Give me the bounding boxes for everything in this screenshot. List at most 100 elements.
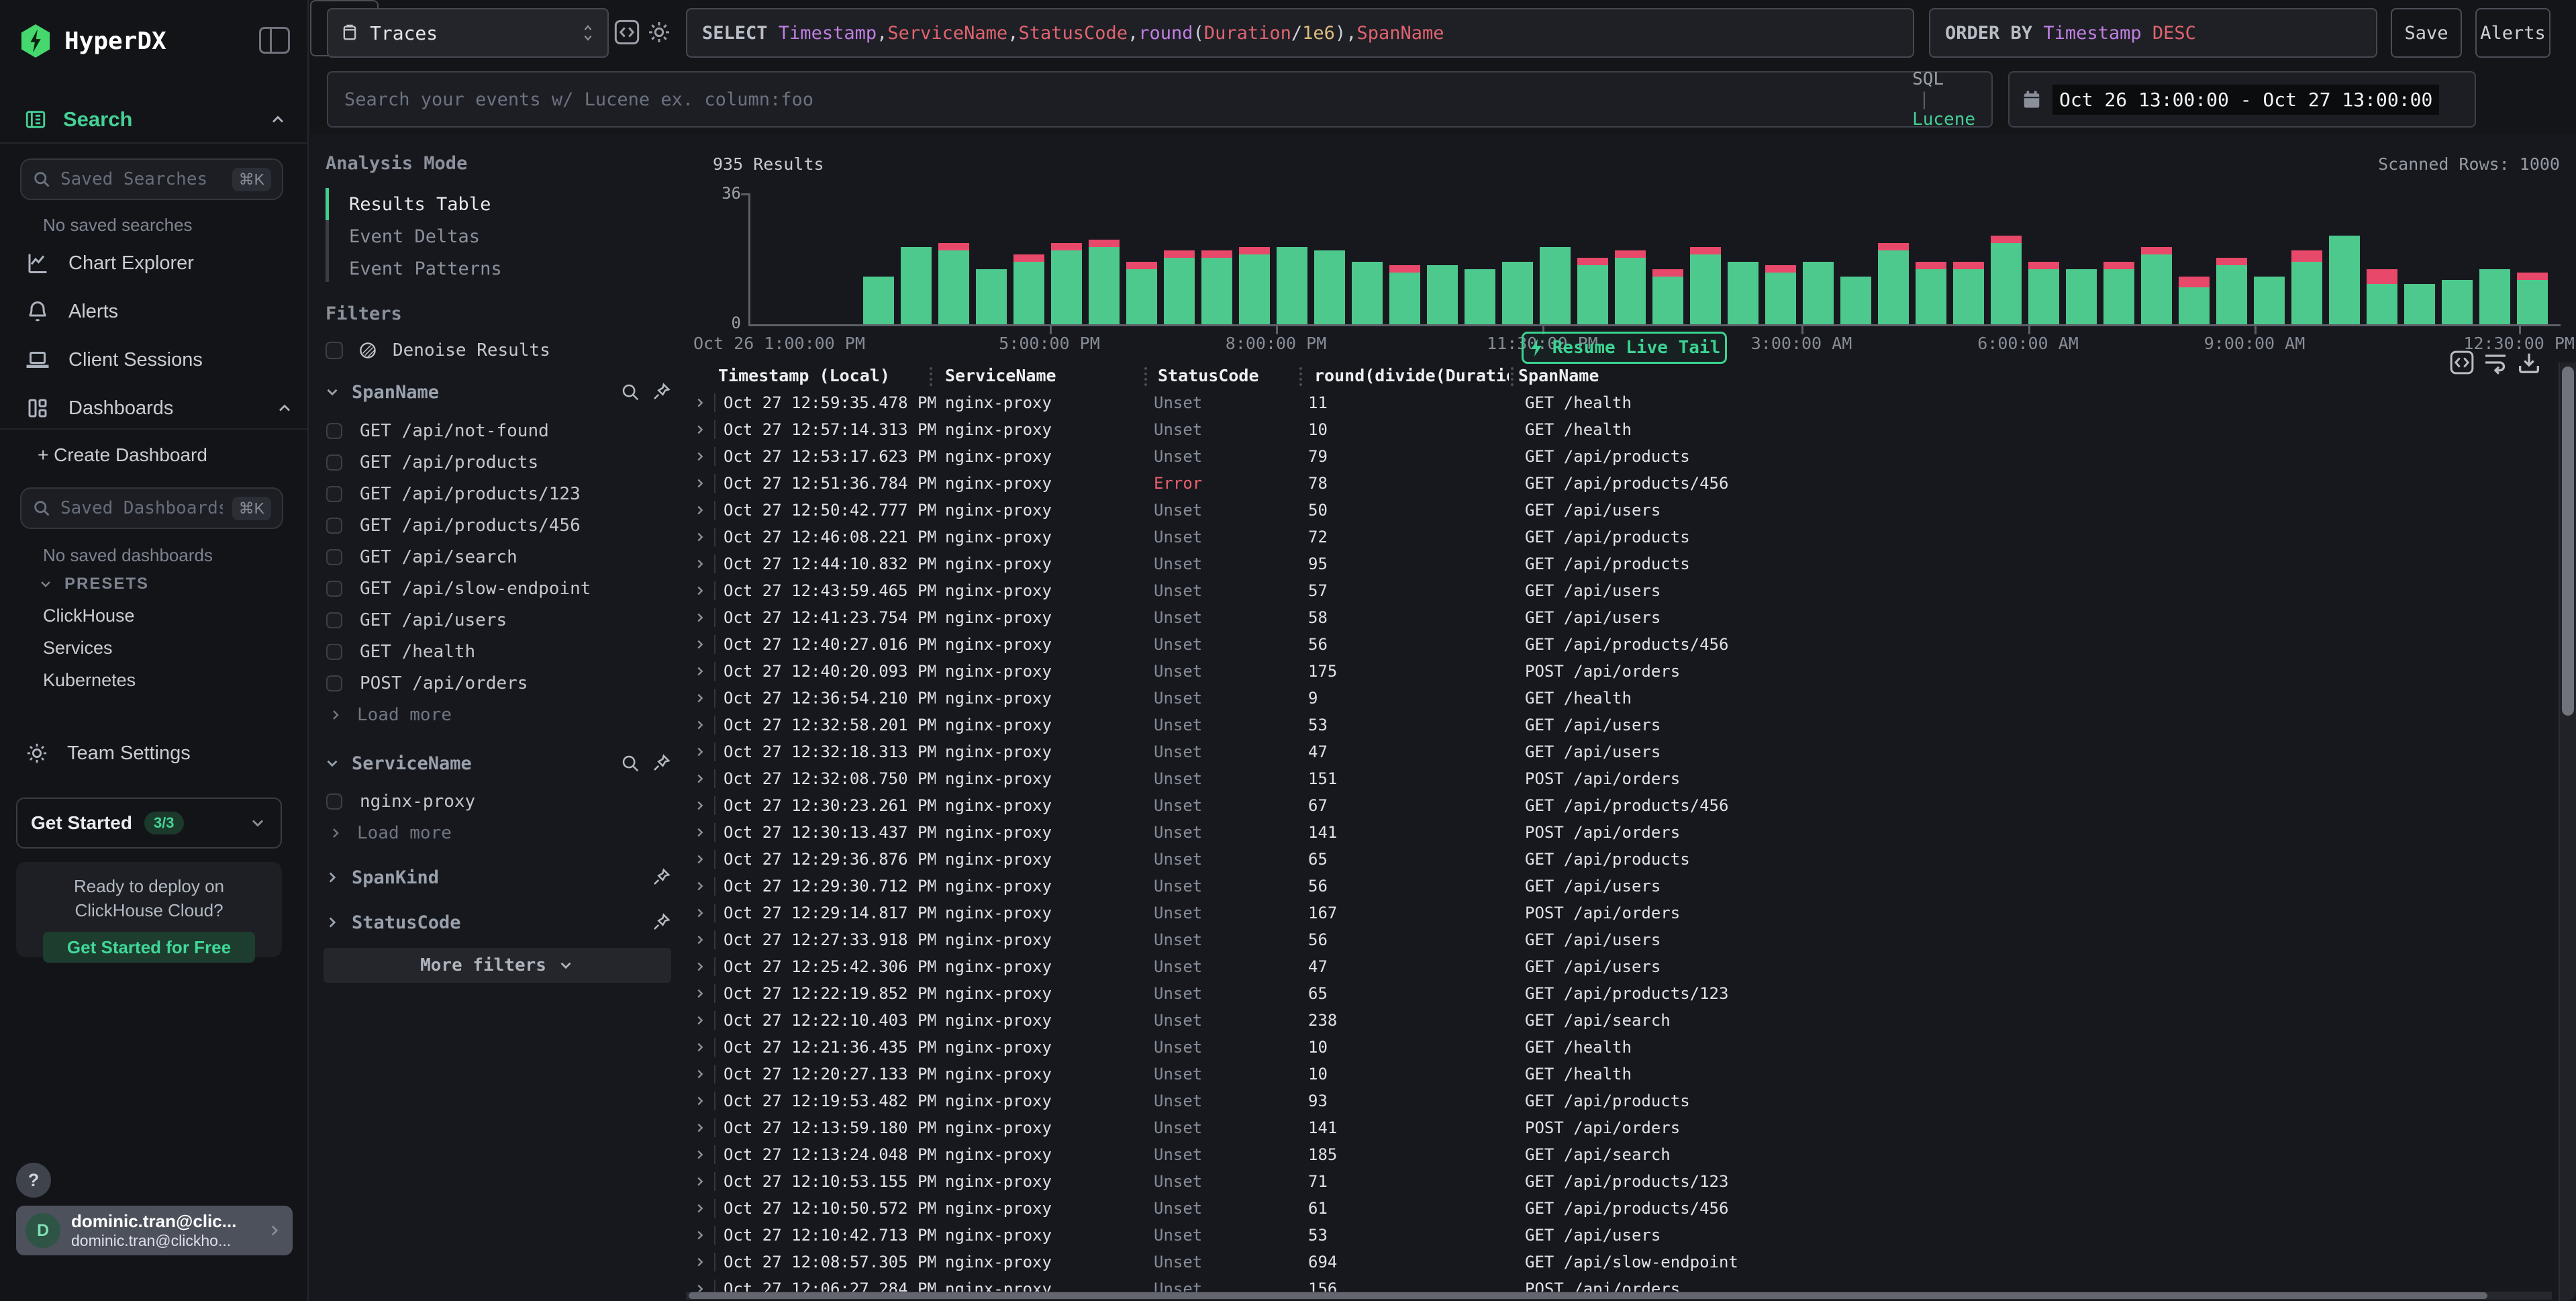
checkbox[interactable] [326,518,342,534]
row-expand-icon[interactable] [693,1147,707,1162]
horizontal-scrollbar[interactable] [686,1292,2552,1300]
mode-results-table[interactable]: Results Table [349,188,491,220]
histogram-bar[interactable] [1840,277,1871,325]
table-row[interactable]: Oct 27 12:53:17.623 PMnginx-proxyUnset79… [685,443,2557,470]
histogram-bar[interactable] [1314,250,1345,324]
sql-select-input[interactable]: SELECT Timestamp,ServiceName,StatusCode,… [686,8,1914,58]
histogram-bar[interactable] [1615,250,1646,324]
histogram-bar[interactable] [1991,236,2022,324]
table-row[interactable]: Oct 27 12:20:27.133 PMnginx-proxyUnset10… [685,1061,2557,1088]
row-expand-icon[interactable] [693,932,707,947]
language-toggle[interactable]: SQL|Lucene [1912,69,1975,130]
histogram-bar[interactable] [1239,247,1270,325]
filter-group-spanname[interactable]: SpanName [324,377,671,407]
filter-checkbox-item[interactable]: GET /api/users [326,604,671,636]
table-row[interactable]: Oct 27 12:32:18.313 PMnginx-proxyUnset47… [685,738,2557,765]
filter-checkbox-item[interactable]: GET /api/products/456 [326,510,671,541]
alerts-button[interactable]: Alerts [2475,8,2550,58]
histogram-bar[interactable] [1051,243,1082,324]
more-filters-button[interactable]: More filters [324,948,671,983]
chevron-up-icon[interactable] [275,399,294,418]
table-row[interactable]: Oct 27 12:10:50.572 PMnginx-proxyUnset61… [685,1195,2557,1222]
checkbox[interactable] [326,423,342,439]
scrollbar-thumb[interactable] [689,1292,2487,1299]
column-header-statuscode[interactable]: StatusCode [1158,366,1295,385]
table-row[interactable]: Oct 27 12:13:24.048 PMnginx-proxyUnset18… [685,1141,2557,1168]
row-expand-icon[interactable] [693,1228,707,1243]
help-button[interactable]: ? [16,1163,51,1198]
row-expand-icon[interactable] [693,1255,707,1269]
table-row[interactable]: Oct 27 12:27:33.918 PMnginx-proxyUnset56… [685,926,2557,953]
table-row[interactable]: Oct 27 12:36:54.210 PMnginx-proxyUnset9G… [685,685,2557,712]
preset-kubernetes[interactable]: Kubernetes [43,670,136,691]
checkbox[interactable] [326,581,342,597]
filter-group-spankind[interactable]: SpanKind [324,863,671,892]
column-header-timestamp[interactable]: Timestamp (Local) [718,366,928,385]
filter-checkbox-item[interactable]: GET /health [326,636,671,667]
checkbox[interactable] [326,675,342,691]
column-resize-handle[interactable] [930,367,932,386]
row-expand-icon[interactable] [693,476,707,491]
save-button[interactable]: Save [2391,8,2462,58]
row-expand-icon[interactable] [693,530,707,544]
histogram-bar[interactable] [1352,262,1383,325]
table-row[interactable]: Oct 27 12:46:08.221 PMnginx-proxyUnset72… [685,524,2557,550]
histogram-bar[interactable] [2066,269,2097,325]
table-row[interactable]: Oct 27 12:30:23.261 PMnginx-proxyUnset67… [685,792,2557,819]
checkbox[interactable] [326,644,342,660]
preset-services[interactable]: Services [43,638,113,659]
table-row[interactable]: Oct 27 12:13:59.180 PMnginx-proxyUnset14… [685,1114,2557,1141]
results-histogram[interactable]: 36 0 Oct 26 1:00:00 PM5:00:00 PM8:00:00 … [748,193,2561,326]
sidebar-item-dashboards[interactable]: Dashboards [26,392,294,424]
get-started-free-button[interactable]: Get Started for Free [43,932,255,963]
chevron-up-icon[interactable] [268,110,287,129]
histogram-bar[interactable] [901,247,932,325]
histogram-bar[interactable] [1690,247,1721,325]
row-expand-icon[interactable] [693,637,707,652]
row-expand-icon[interactable] [693,583,707,598]
table-row[interactable]: Oct 27 12:22:19.852 PMnginx-proxyUnset65… [685,980,2557,1007]
row-expand-icon[interactable] [693,744,707,759]
histogram-bar[interactable] [1916,262,1946,325]
histogram-bar[interactable] [1502,262,1533,325]
histogram-bar[interactable] [1652,269,1683,325]
table-row[interactable]: Oct 27 12:50:42.777 PMnginx-proxyUnset50… [685,497,2557,524]
table-row[interactable]: Oct 27 12:40:27.016 PMnginx-proxyUnset56… [685,631,2557,658]
table-row[interactable]: Oct 27 12:25:42.306 PMnginx-proxyUnset47… [685,953,2557,980]
table-row[interactable]: Oct 27 12:30:13.437 PMnginx-proxyUnset14… [685,819,2557,846]
histogram-bar[interactable] [1013,254,1044,325]
row-expand-icon[interactable] [693,1094,707,1108]
column-header-servicename[interactable]: ServiceName [945,366,1140,385]
preset-clickhouse[interactable]: ClickHouse [43,606,135,626]
histogram-bar[interactable] [1427,265,1458,324]
sidebar-collapse-icon[interactable] [259,27,290,54]
servicename-load-more[interactable]: Load more [328,818,452,848]
histogram-bar[interactable] [1878,243,1909,324]
sidebar-item-alerts[interactable]: Alerts [26,295,294,328]
histogram-bar[interactable] [2179,277,2210,325]
column-resize-handle[interactable] [1144,367,1147,386]
scrollbar-thumb[interactable] [2562,367,2574,716]
histogram-bar[interactable] [1201,250,1232,324]
histogram-bar[interactable] [1389,265,1420,324]
filter-group-servicename[interactable]: ServiceName [324,749,671,778]
search-icon[interactable] [620,382,640,402]
histogram-bar[interactable] [976,269,1007,325]
event-search-box[interactable]: SQL|Lucene [327,71,1993,128]
checkbox[interactable] [326,612,342,628]
histogram-bar[interactable] [2254,277,2285,325]
row-expand-icon[interactable] [693,1174,707,1189]
table-row[interactable]: Oct 27 12:21:36.435 PMnginx-proxyUnset10… [685,1034,2557,1061]
table-row[interactable]: Oct 27 12:29:14.817 PMnginx-proxyUnset16… [685,900,2557,926]
event-search-input[interactable] [344,89,1912,110]
histogram-bar[interactable] [2141,247,2172,325]
histogram-bar[interactable] [2367,269,2397,325]
order-by-input[interactable]: ORDER BY Timestamp DESC [1929,8,2377,58]
column-resize-handle[interactable] [1299,367,1302,386]
row-expand-icon[interactable] [693,503,707,518]
row-expand-icon[interactable] [693,1040,707,1055]
table-row[interactable]: Oct 27 12:10:42.713 PMnginx-proxyUnset53… [685,1222,2557,1249]
checkbox[interactable] [326,793,342,810]
table-row[interactable]: Oct 27 12:59:35.478 PMnginx-proxyUnset11… [685,389,2557,416]
get-started-box[interactable]: Get Started 3/3 [16,798,282,849]
